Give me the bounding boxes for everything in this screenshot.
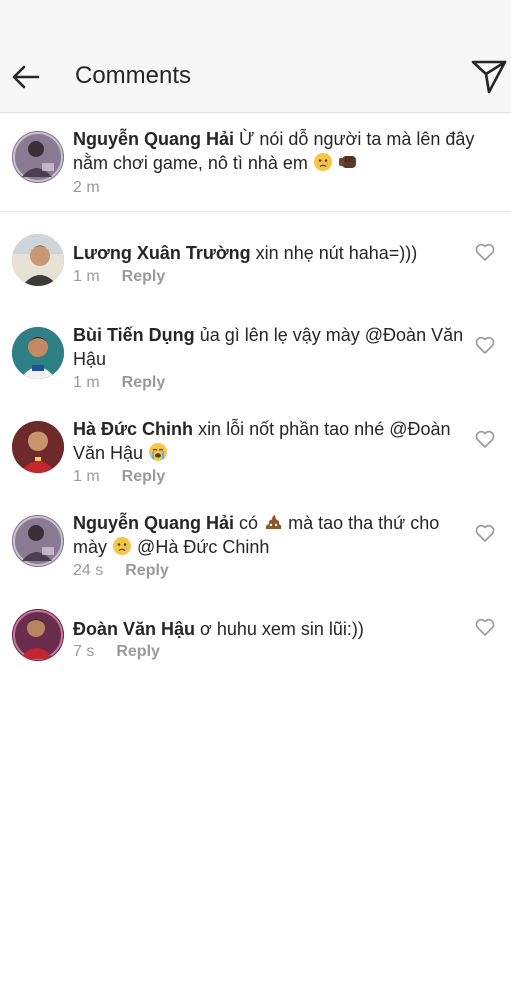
loudly-crying-emoji [149,443,168,461]
reply-button[interactable]: Reply [125,562,169,579]
comment-timestamp: 2 m [73,179,100,196]
comment-meta: 1 m Reply [73,467,165,487]
comment-text-block: Hà Đức Chinh xin lỗi nốt phần tao nhé @Đ… [73,417,465,465]
comment-username[interactable]: Nguyễn Quang Hải [73,129,234,149]
comment-meta: 7 s Reply [73,642,160,662]
comments-header: Comments [0,40,511,113]
comment-timestamp: 1 m [73,268,100,285]
paper-plane-icon[interactable] [470,56,508,96]
arrow-left-icon[interactable] [8,60,42,94]
comment-meta: 1 m Reply [73,267,165,287]
comment-text-block: Nguyễn Quang Hải có mà tao tha thứ cho m… [73,511,465,559]
comment-text-block: Đoàn Văn Hậu ơ huhu xem sin lũi:)) [73,617,465,641]
heart-icon[interactable] [474,616,496,638]
comment-timestamp: 1 m [73,468,100,485]
comment-username[interactable]: Đoàn Văn Hậu [73,619,195,639]
comment-text-block: Bùi Tiến Dụng ủa gì lên lẹ vậy mày @Đoàn… [73,323,465,371]
comment-text: xin nhẹ nút haha=))) [255,243,418,263]
avatar[interactable] [12,327,64,379]
comment-timestamp: 7 s [73,643,95,660]
comment-meta: 24 s Reply [73,561,169,581]
comment-username[interactable]: Lương Xuân Trường [73,243,251,263]
comment-username[interactable]: Nguyễn Quang Hải [73,513,234,533]
heart-icon[interactable] [474,522,496,544]
avatar[interactable] [12,131,64,183]
avatar[interactable] [12,515,64,567]
crying-face-emoji [313,153,332,171]
post-caption: Nguyễn Quang Hải Ừ nói dỗ người ta mà lê… [0,113,511,212]
heart-icon[interactable] [474,428,496,450]
crying-face-emoji [113,537,132,555]
status-bar [0,0,511,40]
reply-button[interactable]: Reply [122,268,166,285]
comment-text: ơ huhu xem sin lũi:)) [200,619,364,639]
fist-bump-emoji [338,156,356,168]
comment-mention[interactable]: @Hà Đức Chinh [137,537,269,557]
page-title: Comments [75,62,192,89]
heart-icon[interactable] [474,334,496,356]
comment-meta: 1 m Reply [73,373,165,393]
comment-text-block: Lương Xuân Trường xin nhẹ nút haha=))) [73,241,465,265]
comment-timestamp: 1 m [73,374,100,391]
avatar[interactable] [12,609,64,661]
comment-username[interactable]: Hà Đức Chinh [73,419,193,439]
heart-icon[interactable] [474,241,496,263]
avatar[interactable] [12,421,64,473]
reply-button[interactable]: Reply [116,643,160,660]
reply-button[interactable]: Reply [122,468,166,485]
reply-button[interactable]: Reply [122,374,166,391]
comment-timestamp: 24 s [73,562,104,579]
comment-text: có [239,513,259,533]
caption-text: Nguyễn Quang Hải Ừ nói dỗ người ta mà lê… [73,127,511,175]
comment-username[interactable]: Bùi Tiến Dụng [73,325,195,345]
pile-of-poo-emoji [265,515,282,529]
avatar[interactable] [12,234,64,286]
